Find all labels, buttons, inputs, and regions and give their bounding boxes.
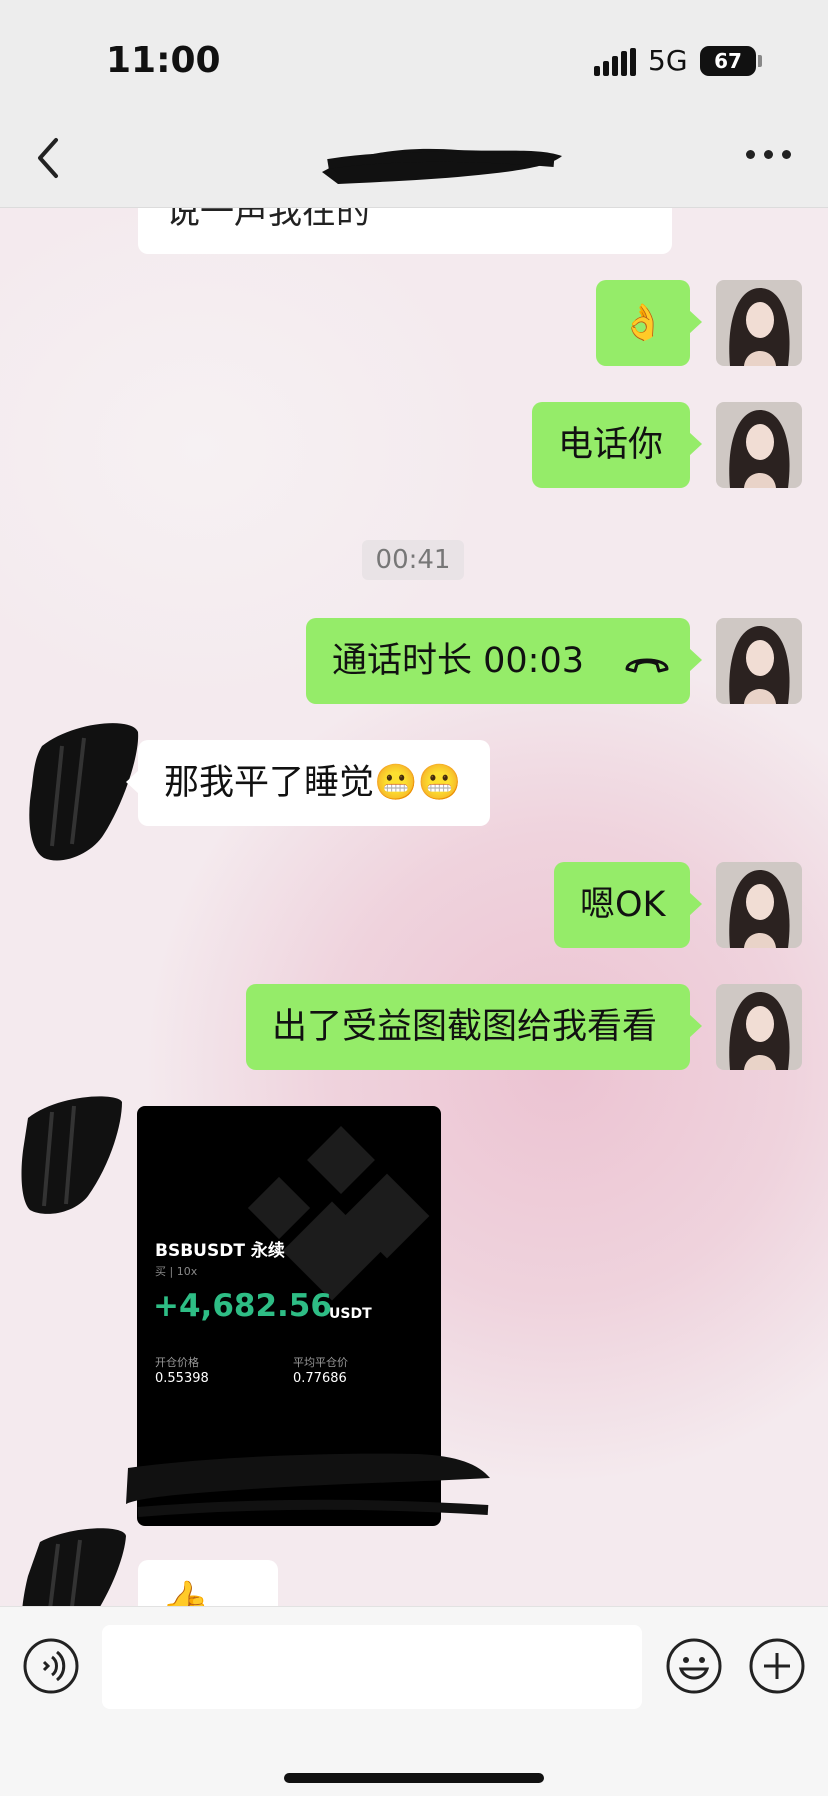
exit-price-value: 0.77686 (293, 1371, 347, 1386)
trade-symbol: BSBUSDT 永续 (155, 1241, 285, 1261)
message-input[interactable] (102, 1625, 642, 1709)
message-timestamp: 00:41 (362, 540, 464, 580)
chat-messages[interactable]: 说一声我在的 👌 电话你 00:41 通话时长 00:03 那我平了睡觉😬😬 嗯… (0, 208, 828, 1606)
emoji-icon[interactable] (665, 1637, 723, 1695)
redaction-scribble (126, 1453, 490, 1517)
trade-side: 买 | 10x (155, 1265, 198, 1278)
input-bar (0, 1606, 828, 1796)
chat-header (0, 110, 828, 208)
phone-hangup-icon (625, 658, 669, 673)
entry-price-value: 0.55398 (155, 1371, 209, 1386)
back-icon[interactable] (30, 136, 66, 180)
status-bar: 11:00 5G 67 (0, 0, 828, 110)
avatar[interactable] (716, 402, 802, 488)
avatar[interactable] (716, 618, 802, 704)
network-type: 5G (648, 44, 688, 77)
message-bubble-incoming-partial[interactable]: 说一声我在的 (138, 208, 672, 254)
message-bubble-outgoing[interactable]: 👌 (596, 280, 702, 366)
trade-unit: USDT (329, 1306, 372, 1322)
avatar-redacted (29, 723, 139, 861)
avatar-redacted (21, 1096, 122, 1214)
avatar[interactable] (716, 862, 802, 948)
trade-pnl: +4,682.56 (153, 1288, 332, 1324)
home-indicator (284, 1773, 544, 1783)
message-bubble-incoming[interactable]: 👍👍 (138, 1560, 278, 1606)
status-time: 11:00 (106, 40, 221, 81)
call-record-bubble[interactable]: 通话时长 00:03 (306, 618, 702, 704)
message-bubble-outgoing[interactable]: 出了受益图截图给我看看 (246, 984, 702, 1070)
exit-price-label: 平均平仓价 (293, 1356, 348, 1369)
entry-price-label: 开仓价格 (155, 1356, 199, 1369)
battery-cap (758, 55, 762, 67)
more-options-icon[interactable] (746, 150, 792, 164)
message-bubble-incoming[interactable]: 那我平了睡觉😬😬 (126, 740, 490, 826)
message-bubble-outgoing[interactable]: 电话你 (532, 402, 702, 488)
message-bubble-outgoing[interactable]: 嗯OK (554, 862, 702, 948)
add-icon[interactable] (748, 1637, 806, 1695)
avatar-redacted (22, 1528, 126, 1606)
avatar[interactable] (716, 280, 802, 366)
battery-icon: 67 (700, 46, 756, 76)
redaction-scribble (322, 148, 562, 184)
signal-icon (594, 48, 636, 76)
voice-input-icon[interactable] (22, 1637, 80, 1695)
avatar[interactable] (716, 984, 802, 1070)
